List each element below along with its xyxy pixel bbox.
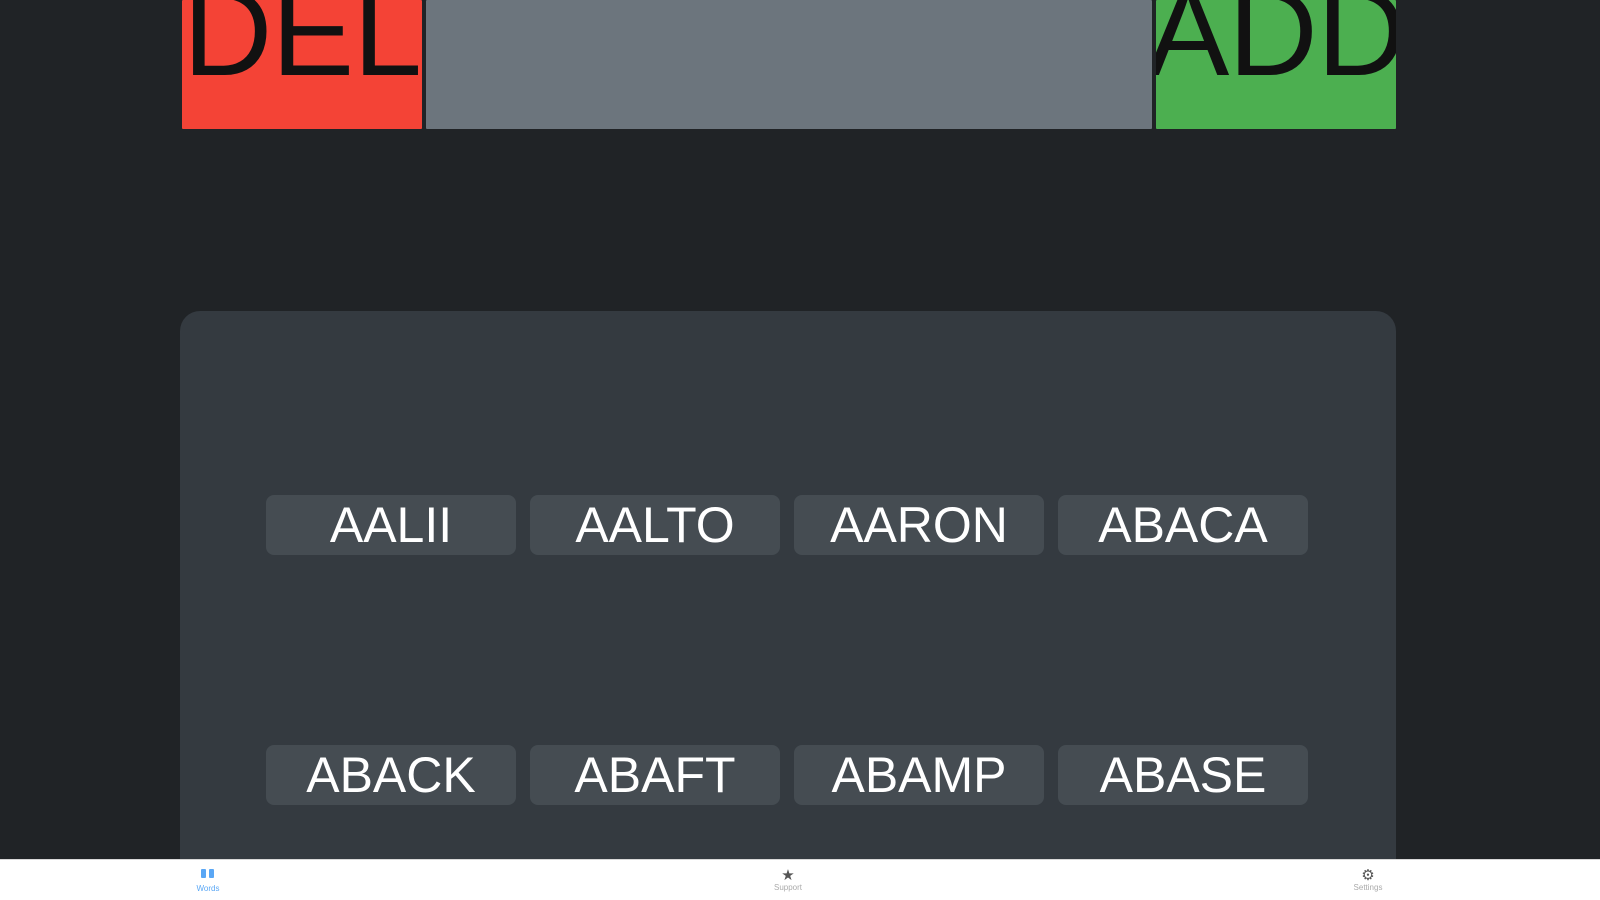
- word-entry-bar: DEL ADD: [182, 0, 1396, 129]
- tab-settings[interactable]: ⚙ Settings: [1338, 860, 1398, 900]
- words-icon: [200, 867, 216, 884]
- word-chip[interactable]: ABAMP: [794, 745, 1044, 805]
- word-chip[interactable]: ABACA: [1058, 495, 1308, 555]
- tab-words-label: Words: [196, 884, 220, 893]
- star-icon: ★: [781, 867, 795, 884]
- gear-icon: ⚙: [1361, 867, 1375, 884]
- word-chip[interactable]: AALII: [266, 495, 516, 555]
- word-chip[interactable]: AARON: [794, 495, 1044, 555]
- word-chip[interactable]: ABAFT: [530, 745, 780, 805]
- word-chip[interactable]: ABACK: [266, 745, 516, 805]
- add-button[interactable]: ADD: [1156, 0, 1396, 129]
- word-chip[interactable]: AALTO: [530, 495, 780, 555]
- tab-support-label: Support: [773, 883, 803, 892]
- tab-words[interactable]: Words: [178, 860, 238, 900]
- bottom-tab-bar: Words ★ Support ⚙ Settings: [0, 859, 1600, 900]
- delete-button[interactable]: DEL: [182, 0, 422, 129]
- word-chip[interactable]: ABASE: [1058, 745, 1308, 805]
- words-panel: AALII AALTO AARON ABACA ABACK ABAFT ABAM…: [180, 311, 1396, 871]
- app-screen: DEL ADD AALII AALTO AARON ABACA ABACK AB…: [0, 0, 1600, 900]
- word-input-field[interactable]: [426, 0, 1152, 129]
- tab-support[interactable]: ★ Support: [758, 860, 818, 900]
- tab-settings-label: Settings: [1353, 883, 1383, 892]
